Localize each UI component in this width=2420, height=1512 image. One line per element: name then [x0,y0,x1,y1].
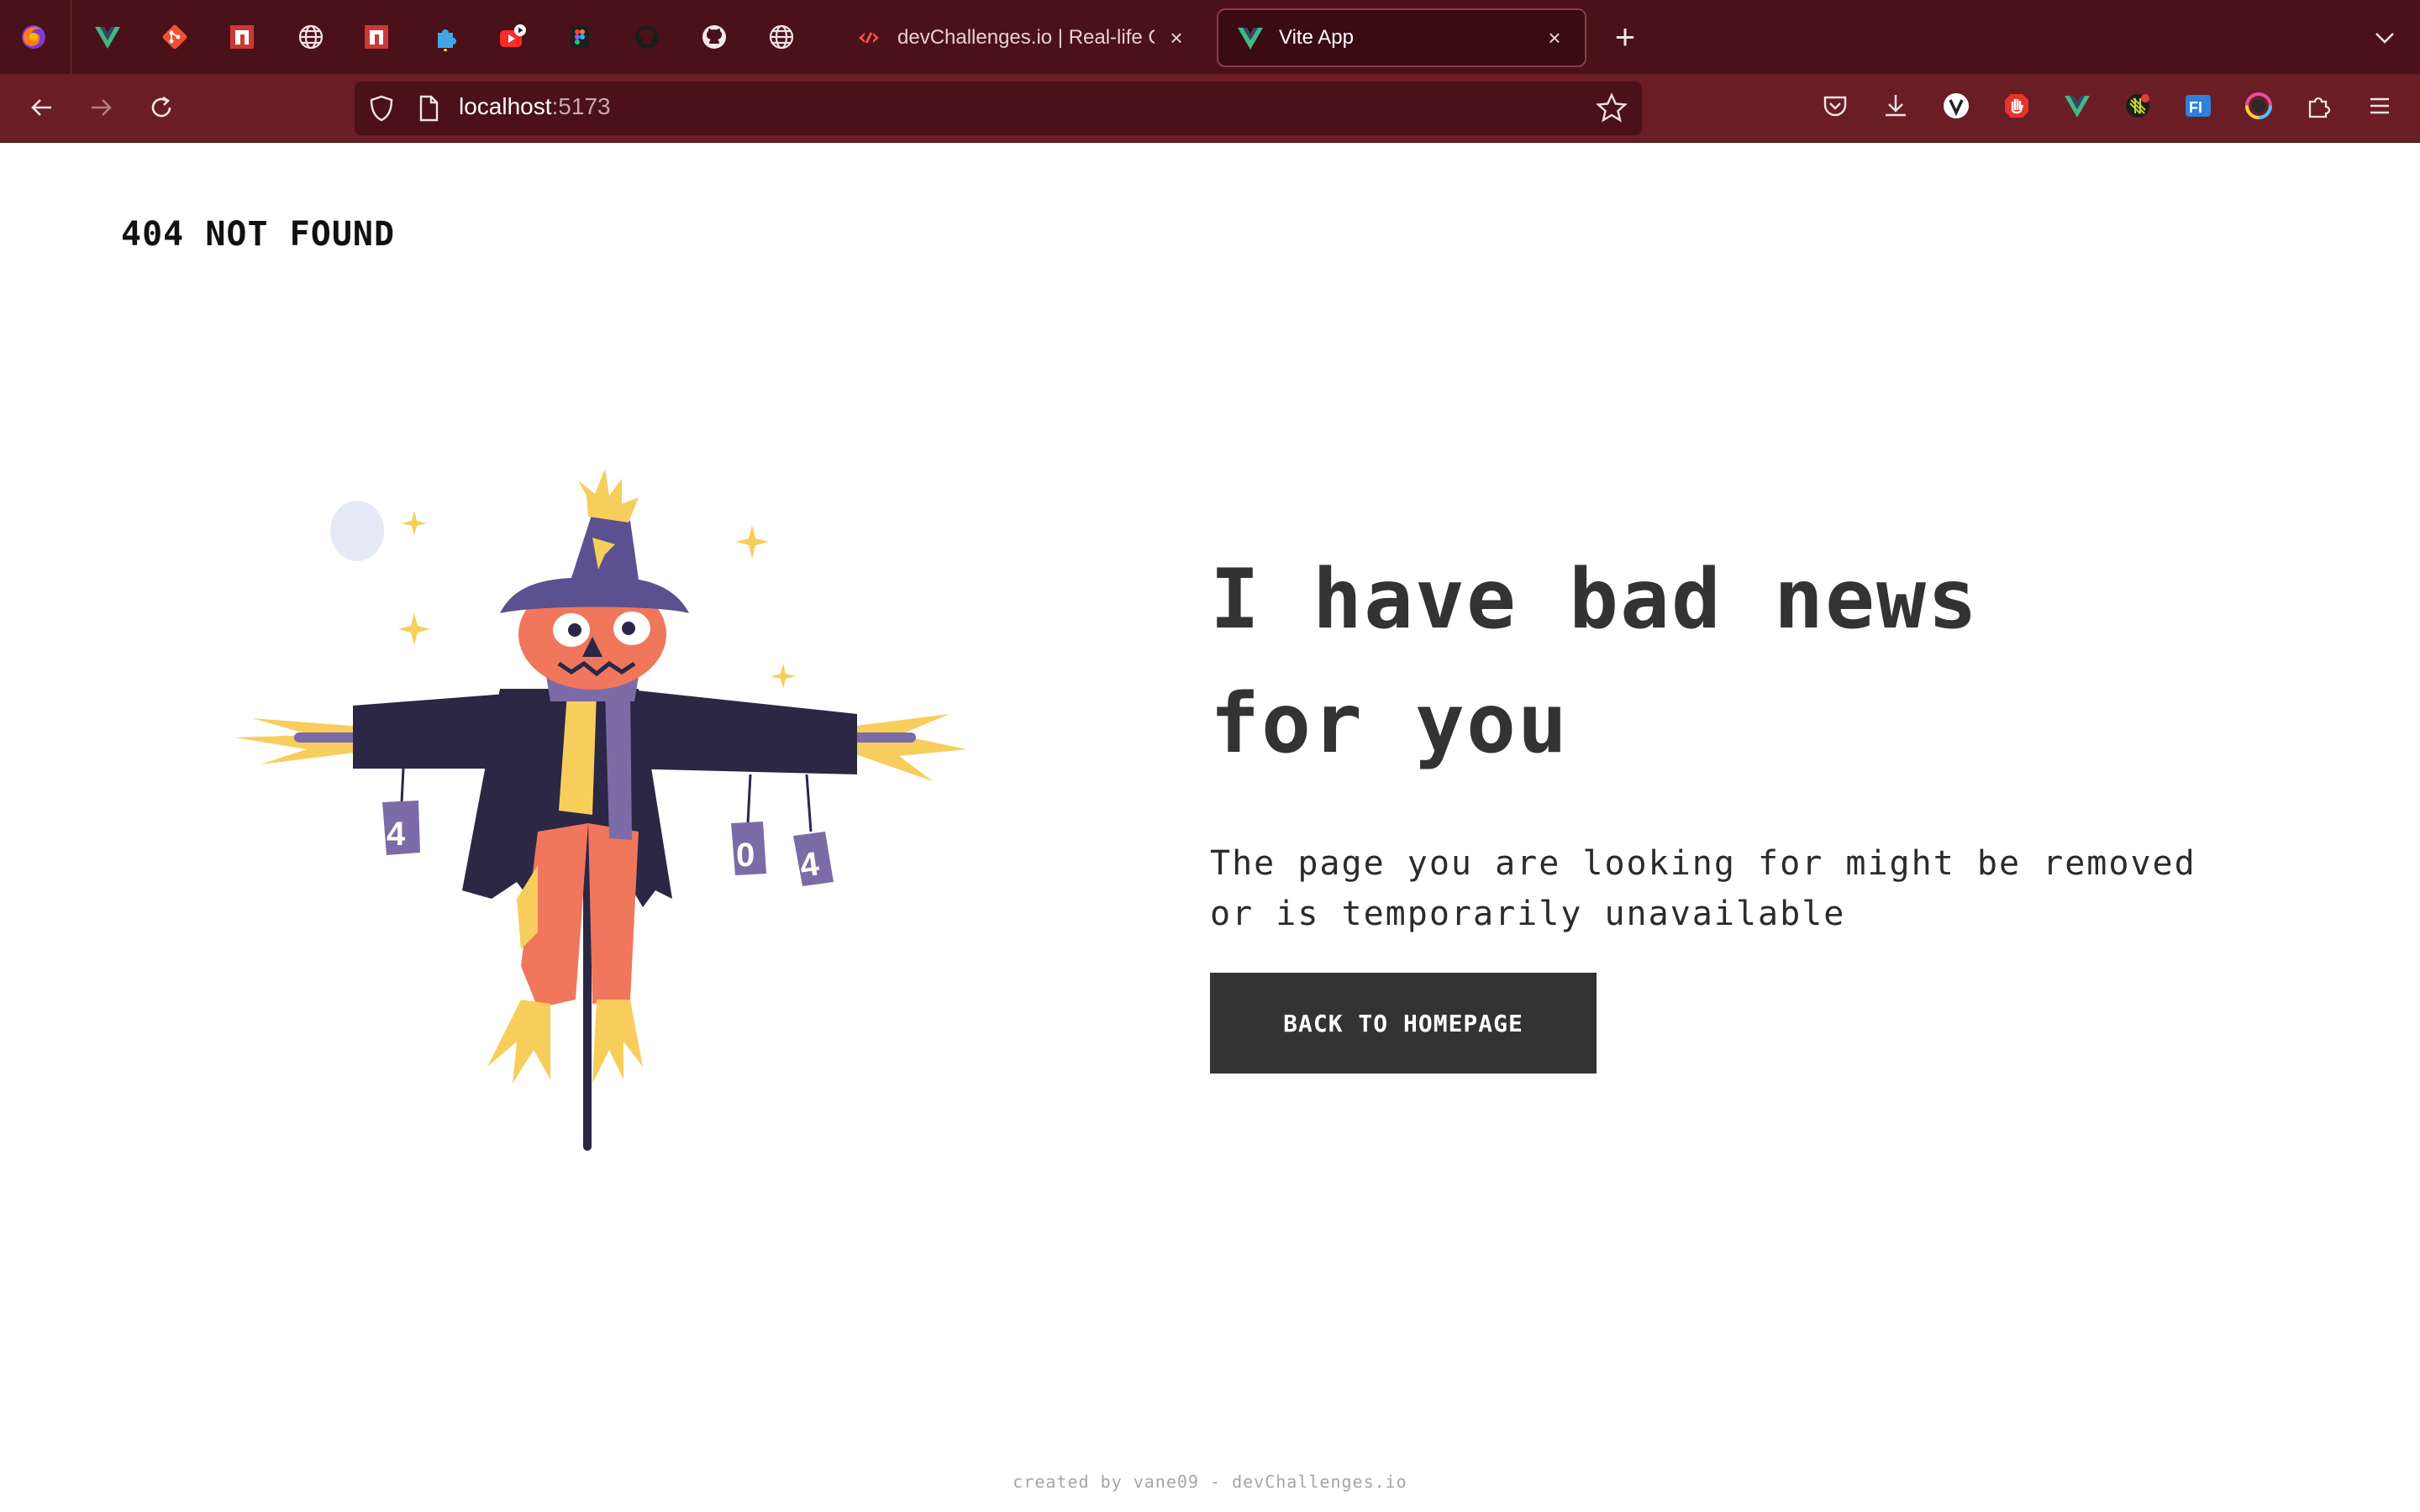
vue-devtools-icon[interactable] [2060,89,2094,123]
download-icon[interactable] [1879,89,1912,123]
globe-icon[interactable] [292,18,329,55]
tab-vite-app[interactable]: Vite App × [1217,8,1586,67]
url-text[interactable]: localhost:5173 [459,93,611,120]
fl-extension-icon[interactable]: FI [2181,89,2215,123]
shield-icon[interactable] [366,93,397,123]
tab-title: devChallenges.io | Real-life Cod [897,26,1155,49]
back-to-homepage-button[interactable]: BACK TO HOMEPAGE [1210,973,1597,1074]
error-description: The page you are looking for might be re… [1210,844,2196,933]
figma-icon[interactable] [561,18,598,55]
url-port: :5173 [551,93,611,119]
svg-text:FI: FI [2189,99,2202,116]
menu-icon[interactable] [2363,89,2396,123]
tab-title: Vite App [1279,26,1354,49]
vite-vue-icon [1237,24,1264,51]
vue-icon[interactable] [89,18,126,55]
url-host: localhost [459,93,552,119]
firefox-icon[interactable] [15,18,52,55]
site-brand-title: 404 NOT FOUND [121,215,396,254]
error-headline: I have bad news for you [1210,552,1980,772]
back-arrow-icon[interactable] [24,89,60,126]
forward-arrow-icon[interactable] [82,89,119,126]
new-tab-button[interactable]: + [1607,17,1644,56]
address-bar[interactable]: localhost:5173 [355,81,1642,135]
github-icon[interactable] [696,18,733,55]
youtube-icon[interactable] [494,18,531,55]
can-label: 0 [736,837,755,874]
tab-devchallenges[interactable]: devChallenges.io | Real-life Cod × [837,8,1207,67]
can-label: 4 [387,816,406,853]
scarecrow-illustration: 4 0 4 [235,469,966,1151]
reload-icon[interactable] [143,89,180,126]
npm-icon[interactable] [224,18,260,55]
git-icon[interactable] [156,18,193,55]
devchallenges-icon [855,24,882,51]
puzzle-extension-icon[interactable] [427,18,464,55]
npm-icon[interactable] [358,18,395,55]
github-icon[interactable] [629,18,666,55]
tab-strip: devChallenges.io | Real-life Cod × Vite … [0,0,2420,74]
page-info-icon[interactable] [413,93,444,123]
extensions-puzzle-icon[interactable] [2302,89,2336,123]
vimium-icon[interactable] [1939,89,1973,123]
tab-list-chevron-icon[interactable] [2368,20,2402,54]
color-picker-icon[interactable] [2242,89,2275,123]
close-tab-icon[interactable]: × [1543,25,1566,50]
pattern-extension-icon[interactable] [2121,89,2154,123]
globe-icon[interactable] [763,18,800,55]
adblock-hand-icon[interactable] [2000,89,2033,123]
footer-credit: created by vane09 - devChallenges.io [1013,1472,1407,1492]
bookmark-star-icon[interactable] [1595,92,1628,125]
close-tab-icon[interactable]: × [1165,25,1188,50]
pocket-icon[interactable] [1818,89,1852,123]
